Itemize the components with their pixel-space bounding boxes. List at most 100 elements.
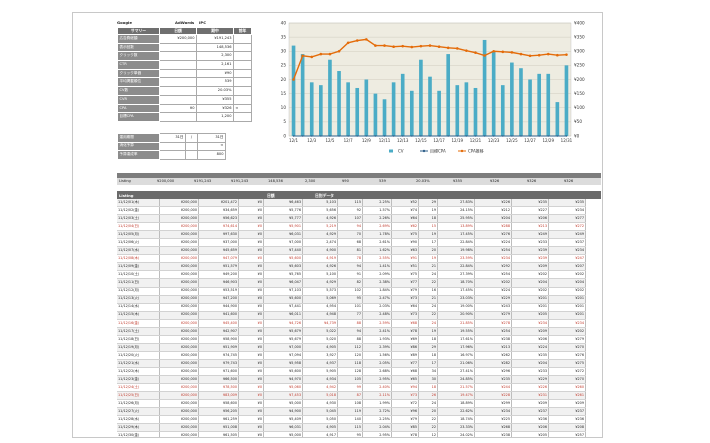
target-cpa-point xyxy=(392,135,395,137)
listing-cell: ¥0 xyxy=(238,351,264,360)
target-cpa-point xyxy=(320,135,322,137)
listing-cell: ¥200,000 xyxy=(159,254,199,264)
x-tick-label: 12/1 xyxy=(289,138,298,143)
listing-cell: ¥270 xyxy=(548,343,586,352)
listing-cell: ¥249 xyxy=(548,230,586,240)
listing-row: 11/12/23(金) ¥200,000 ¥66,500 ¥0 ¥4,970 4,934 1… xyxy=(117,375,586,385)
cpa-trend-point xyxy=(528,54,532,58)
listing-cell: ¥0 xyxy=(238,343,264,352)
listing-cell: 2.95% xyxy=(362,375,392,385)
summary-row: 目標CPA 1,200 xyxy=(117,112,252,122)
y-left-tick-label: 25 xyxy=(281,63,287,68)
x-tick-label: 12/19 xyxy=(452,138,464,143)
listing-cell: ¥45,659 xyxy=(198,246,239,256)
period-cell: 31日 xyxy=(197,133,226,143)
listing-cell: 19 xyxy=(418,254,438,264)
cv-bar xyxy=(491,51,496,136)
listing-cell: ¥282 xyxy=(474,359,512,368)
listing-cell: 140 xyxy=(337,415,363,425)
listing-row: 11/12/08(木) ¥200,000 ¥47,079 ¥0 ¥5,600 4,919 7… xyxy=(117,254,586,264)
listing-cell: ¥200,000 xyxy=(159,367,199,377)
listing-cell: 88 xyxy=(337,335,363,344)
listing-cell: ¥238 xyxy=(474,431,512,437)
x-tick-label: 12/29 xyxy=(542,138,554,143)
listing-cell: ¥5,409 xyxy=(263,415,303,425)
cv-cpa-chart: 0 ¥0 5 ¥50 10 ¥100 15 ¥150 20 ¥200 25 ¥250 30 ¥300 35 ¥… xyxy=(281,20,585,153)
listing-cell: ¥201 xyxy=(511,295,549,304)
listing-cell: ¥231 xyxy=(511,391,549,401)
listing-cell: ¥61,259 xyxy=(198,415,239,425)
listing-row: 11/12/17(土) ¥200,000 ¥42,907 ¥0 ¥5,679 5,022 9… xyxy=(117,327,586,336)
summary-cell: CV数 xyxy=(117,86,160,96)
listing-cell: 4,948 xyxy=(302,311,338,320)
summary-cell: クリック数 xyxy=(117,51,160,62)
cv-bar xyxy=(528,79,532,136)
listing-cell: ¥0 xyxy=(238,230,264,240)
listing-row: 11/12/15(木) ¥200,000 ¥41,600 ¥0 ¥6,011 4,948 7… xyxy=(117,311,586,320)
listing-cell: 18.89% xyxy=(437,399,475,409)
listing-cell: 24 xyxy=(418,399,438,409)
x-tick-label: 12/5 xyxy=(325,138,334,143)
listing-cell: 24 xyxy=(418,303,438,312)
cpa-trend-point xyxy=(310,55,314,59)
listing-cell: ¥204 xyxy=(548,278,586,288)
listing-cell: 19.98% xyxy=(437,246,475,256)
listing-row: 11/12/05(月) ¥200,000 ¥97,630 ¥0 ¥6,031 4,929 7… xyxy=(117,230,586,240)
listing-cell: ¥5,776 xyxy=(263,206,303,216)
cpa-trend-point xyxy=(428,44,432,47)
x-tick-label: 12/11 xyxy=(379,138,391,143)
listing-cell: ¥229 xyxy=(474,295,512,304)
listing-cell: 21.85% xyxy=(437,319,475,328)
listing-cell: 99 xyxy=(337,383,363,393)
summary-cell: 2,300 xyxy=(196,51,234,62)
listing-cell: 4,942 xyxy=(302,383,338,393)
listing-cell: ¥63 xyxy=(391,246,419,256)
listing-cell: ¥235 xyxy=(548,199,586,208)
listing-row: 11/12/25(日) ¥200,000 ¥83,009 ¥0 ¥7,453 5,018 8… xyxy=(117,391,586,401)
summary-cell: ¥0 xyxy=(159,103,197,114)
listing-cell: ¥206 xyxy=(511,423,549,433)
listing-cell: ¥46,903 xyxy=(198,278,239,288)
listing-cell: ¥0 xyxy=(238,238,264,248)
cv-bar xyxy=(510,62,514,136)
listing-cell: 4,900 xyxy=(302,246,338,256)
period-cell xyxy=(159,141,186,151)
cv-bar xyxy=(328,59,332,136)
summary-cell xyxy=(233,112,252,122)
listing-cell: ¥0 xyxy=(238,206,264,216)
summary-cell: 広告費総額 xyxy=(117,34,160,44)
listing-cell: ¥244 xyxy=(474,383,512,393)
listing-cell: ¥200,000 xyxy=(159,238,199,248)
listing-cell: 22.62% xyxy=(437,407,475,417)
listing-title: Listing xyxy=(119,193,134,198)
listing-cell: 25.95% xyxy=(437,214,475,224)
listing-cell: 17.96% xyxy=(437,343,475,352)
listing-cell: ¥234 xyxy=(548,319,586,328)
listing-cell: ¥0 xyxy=(238,270,264,280)
listing-cell: 29 xyxy=(418,343,438,352)
listing-cell: 4,905 xyxy=(302,423,338,433)
target-cpa-point xyxy=(329,135,331,137)
listing-cell: ¥200,000 xyxy=(159,278,199,288)
listing-cell: ¥207 xyxy=(548,262,586,272)
listing-cell: 19 xyxy=(418,327,438,336)
listing-cell: 81 xyxy=(337,246,363,256)
listing-row: 11/12/13(火) ¥200,000 ¥47,200 ¥0 ¥5,600 5,069 9… xyxy=(117,295,586,304)
listing-cell: 5,018 xyxy=(302,391,338,401)
listing-cell: ¥257 xyxy=(548,431,586,437)
listing-cell: 11/12/05(月) xyxy=(117,230,160,240)
listing-cell: ¥202 xyxy=(548,270,586,280)
listing-cell: ¥47,200 xyxy=(198,295,239,304)
target-cpa-point xyxy=(429,135,431,137)
listing-cell: 11/12/10(土) xyxy=(117,270,160,280)
listing-cell: 27.41% xyxy=(437,367,475,377)
listing-cell: 29 xyxy=(418,199,438,208)
listing-cell: ¥202 xyxy=(548,327,586,336)
listing-row: 11/12/19(月) ¥200,000 ¥51,909 ¥0 ¥7,000 4,905 1… xyxy=(117,343,586,352)
listing-cell: 19.55% xyxy=(437,327,475,336)
legend-swatch xyxy=(389,149,393,153)
listing-cell: 1.93% xyxy=(362,335,392,344)
listing-cell: ¥0 xyxy=(238,383,264,393)
listing-cell: 11/12/17(土) xyxy=(117,327,160,336)
target-cpa-point xyxy=(565,135,568,137)
